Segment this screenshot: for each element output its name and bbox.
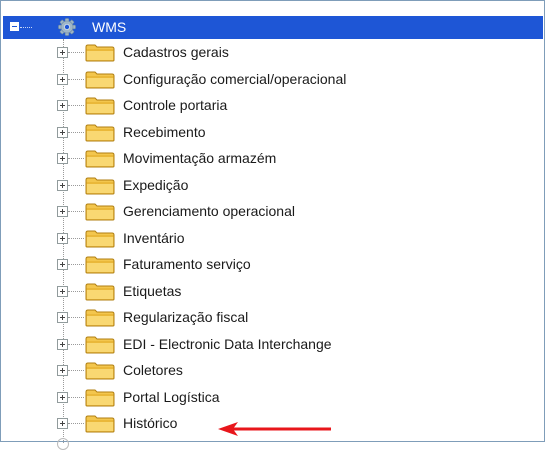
expand-icon[interactable] <box>57 418 68 429</box>
folder-icon <box>85 97 115 115</box>
tree-item-regularizacao-fiscal[interactable]: Regularização fiscal <box>1 305 541 331</box>
gear-icon <box>58 18 76 36</box>
tree-item-faturamento-servico[interactable]: Faturamento serviço <box>1 252 541 278</box>
folder-icon <box>85 44 115 62</box>
tree-connector <box>68 290 84 292</box>
expand-icon[interactable] <box>57 73 68 85</box>
tree-connector <box>68 237 84 239</box>
tree-connector <box>68 131 84 133</box>
folder-icon <box>85 362 115 380</box>
folder-icon <box>85 71 115 88</box>
tree-root-wms[interactable]: WMS <box>3 16 543 39</box>
expand-icon[interactable] <box>57 47 68 58</box>
tree-item-controle-portaria[interactable]: Controle portaria <box>1 93 541 119</box>
expand-icon[interactable] <box>57 259 68 270</box>
folder-icon <box>85 203 115 221</box>
expand-icon[interactable] <box>57 153 68 164</box>
expand-icon[interactable] <box>57 312 68 323</box>
folder-icon <box>85 336 115 353</box>
tree-item-cadastros-gerais[interactable]: Cadastros gerais <box>1 40 541 66</box>
tree-item-label: Portal Logística <box>123 388 220 405</box>
tree-connector <box>68 370 84 371</box>
tree-item-recebimento[interactable]: Recebimento <box>1 120 541 146</box>
tree-connector <box>68 211 84 212</box>
folder-icon <box>85 309 115 327</box>
tree-connector <box>68 158 84 159</box>
tree-item-inventario[interactable]: Inventário <box>1 226 541 252</box>
tree-item-label: Configuração comercial/operacional <box>123 70 347 87</box>
tree-item-label: Controle portaria <box>123 97 228 113</box>
collapse-icon[interactable] <box>10 22 19 31</box>
tree-connector <box>68 52 84 53</box>
tree-view: WMS Cadastros gerais Configuração comerc… <box>0 0 545 450</box>
folder-icon <box>85 415 115 433</box>
folder-icon <box>85 124 115 141</box>
folder-icon <box>85 150 115 168</box>
expand-icon[interactable] <box>57 126 68 138</box>
tree-connector <box>68 105 84 106</box>
expand-icon[interactable] <box>57 365 68 376</box>
tree-item-expedicao[interactable]: Expedição <box>1 173 541 199</box>
expand-icon[interactable] <box>57 285 68 297</box>
expand-icon[interactable] <box>57 232 68 244</box>
red-arrow-icon <box>218 422 331 436</box>
tree-root-label: WMS <box>92 19 127 35</box>
tree-item-gerenciamento-operacional[interactable]: Gerenciamento operacional <box>1 199 541 225</box>
expand-icon[interactable] <box>57 391 68 403</box>
expand-icon[interactable] <box>57 179 68 191</box>
tree-connector <box>68 343 84 345</box>
tree-item-label: Cadastros gerais <box>123 44 229 60</box>
folder-icon <box>85 230 115 247</box>
tree-item-label: EDI - Electronic Data Interchange <box>123 335 332 352</box>
tree-item-label: Expedição <box>123 176 189 193</box>
tree-connector <box>20 27 32 28</box>
tree-item-label: Inventário <box>123 229 185 246</box>
tree-item-label: Coletores <box>123 362 183 378</box>
tree-item-movimentacao-armazem[interactable]: Movimentação armazém <box>1 146 541 172</box>
tree-connector <box>68 184 84 186</box>
tree-connector <box>68 264 84 265</box>
tree-item-configuracao-comercial-operacional[interactable]: Configuração comercial/operacional <box>1 67 541 93</box>
tree-item-portal-logistica[interactable]: Portal Logística <box>1 385 541 411</box>
tree-item-label: Histórico <box>123 415 178 431</box>
tree-connector <box>68 317 84 318</box>
tree-item-edi-electronic-data-interchange[interactable]: EDI - Electronic Data Interchange <box>1 332 541 358</box>
tree-item-label: Regularização fiscal <box>123 309 249 325</box>
tree-item-label: Recebimento <box>123 123 206 140</box>
tree-item-label: Etiquetas <box>123 282 182 299</box>
folder-icon <box>85 177 115 194</box>
tree-item-label: Gerenciamento operacional <box>123 203 295 219</box>
tree-connector <box>68 396 84 398</box>
expand-icon[interactable] <box>57 206 68 217</box>
tree-item-etiquetas[interactable]: Etiquetas <box>1 279 541 305</box>
expand-icon[interactable] <box>57 338 68 350</box>
tree-connector <box>68 423 84 424</box>
folder-icon <box>85 256 115 274</box>
partial-item-icon <box>57 438 69 450</box>
folder-icon <box>85 389 115 406</box>
tree-item-label: Movimentação armazém <box>123 150 277 166</box>
expand-icon[interactable] <box>57 100 68 111</box>
folder-icon <box>85 283 115 300</box>
tree-connector <box>68 78 84 80</box>
tree-item-coletores[interactable]: Coletores <box>1 358 541 384</box>
tree-item-label: Faturamento serviço <box>123 256 251 272</box>
